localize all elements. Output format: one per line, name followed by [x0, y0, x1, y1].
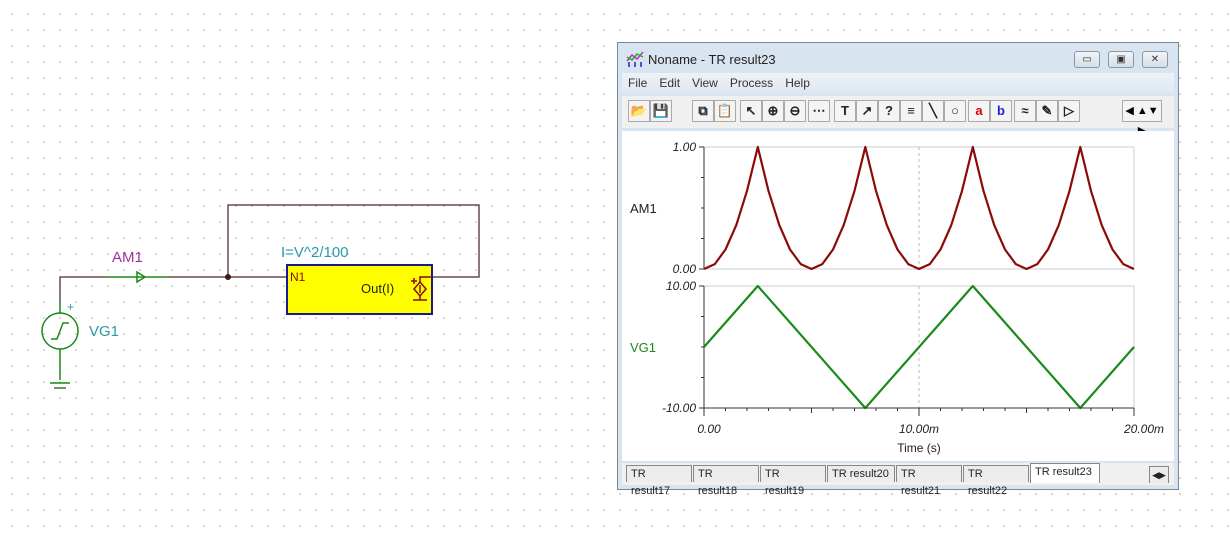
schematic-canvas[interactable]: AM1 + VG1 I=V^2/100 N1 Out(I)	[0, 0, 600, 533]
menu-file[interactable]: File	[628, 76, 647, 90]
ammeter-label: AM1	[112, 249, 143, 266]
chart-svg: 1.00 0.00 AM1 10.00 -10.00 VG1 0.00 10.00m 20.00…	[630, 140, 1164, 455]
tab-tr-result20[interactable]: TR result20	[827, 465, 895, 482]
menu-edit[interactable]: Edit	[659, 76, 680, 90]
cursor-b-button[interactable]: b	[990, 100, 1012, 122]
save-button[interactable]: 💾	[650, 100, 672, 122]
window-title: Noname - TR result23	[648, 52, 776, 67]
save-icon: 💾	[652, 103, 670, 118]
app-icon	[626, 51, 644, 67]
label-curve-button[interactable]: ↗	[856, 100, 878, 122]
block-pin-label: N1	[290, 270, 306, 284]
add-probe-icon: ✎	[1041, 103, 1053, 118]
junction-node	[225, 274, 231, 280]
source-label: VG1	[89, 323, 119, 340]
result-window: Noname - TR result23 ▭ ▣ ✕ File Edit View P…	[617, 42, 1179, 497]
line-icon: ╲	[929, 103, 937, 118]
label-question-icon: ?	[885, 103, 893, 118]
circle-icon: ○	[951, 103, 959, 118]
y-axis-label: AM1	[630, 201, 657, 216]
grid-icon: ⋯	[812, 103, 826, 118]
text-icon: T	[841, 103, 849, 118]
zoom-100-button[interactable]: ⊖	[784, 100, 806, 122]
add-curve-button[interactable]: ≈	[1014, 100, 1036, 122]
paste-button[interactable]: 📋	[714, 100, 736, 122]
label-curve-icon: ↗	[861, 103, 873, 118]
menu-view[interactable]: View	[692, 76, 718, 90]
y-tick-label: 10.00	[666, 279, 696, 293]
zoom-in-icon: ⊕	[767, 103, 779, 118]
cursor-b-icon: b	[997, 103, 1005, 118]
tab-tr-result18[interactable]: TR result18	[693, 465, 759, 497]
open-folder-icon: 📂	[630, 103, 648, 118]
title-bar[interactable]: Noname - TR result23 ▭ ▣ ✕	[618, 43, 1178, 73]
close-button[interactable]: ✕	[1142, 51, 1168, 68]
copy-button[interactable]: ⧉	[692, 100, 714, 122]
paste-icon: 📋	[716, 103, 734, 118]
toolbar: 📂 💾 ⧉ 📋 ↖ ⊕ ⊖ ⋯ T ↗? ≡ ╲ ○ ab ≈ ✎ ▷ ◀ ▲▼ ▶	[622, 96, 1174, 137]
menu-help[interactable]: Help	[785, 76, 810, 90]
tab-tr-result19[interactable]: TR result19	[760, 465, 826, 497]
label-legend-icon: ≡	[907, 103, 915, 118]
plot-area[interactable]: 1.00 0.00 AM1 10.00 -10.00 VG1 0.00 10.00m 20.00…	[622, 131, 1174, 461]
pointer-flag-button[interactable]: ▷	[1058, 100, 1080, 122]
scroll-nav-buttons[interactable]: ◀ ▲▼ ▶	[1122, 100, 1162, 137]
menu-process[interactable]: Process	[730, 76, 773, 90]
x-tick-label: 10.00m	[899, 422, 939, 436]
tab-tr-result21[interactable]: TR result21	[896, 465, 962, 497]
y-axis-label: VG1	[630, 340, 656, 355]
zoom-in-button[interactable]: ⊕	[762, 100, 784, 122]
select-arrow-icon: ↖	[745, 103, 757, 118]
y-tick-label: 0.00	[673, 262, 697, 276]
add-probe-button[interactable]: ✎	[1036, 100, 1058, 122]
x-axis-label: Time (s)	[897, 441, 941, 455]
cursor-a-icon: a	[975, 103, 983, 118]
y-tick-label: -10.00	[662, 401, 696, 415]
label-legend-button[interactable]: ≡	[900, 100, 922, 122]
block-output-label: Out(I)	[361, 281, 394, 296]
minimize-button[interactable]: ▭	[1074, 51, 1100, 68]
menu-bar: File Edit View Process Help	[622, 73, 1174, 93]
zoom-100-icon: ⊖	[789, 103, 801, 118]
controlled-source-block[interactable]	[286, 264, 433, 315]
text-button[interactable]: T	[834, 100, 856, 122]
tab-tr-result17[interactable]: TR result17	[626, 465, 692, 497]
tab-tr-result23[interactable]: TR result23	[1030, 463, 1100, 483]
maximize-button[interactable]: ▣	[1108, 51, 1134, 68]
copy-icon: ⧉	[698, 103, 708, 118]
line-button[interactable]: ╲	[922, 100, 944, 122]
tab-scroll-arrows[interactable]: ◀▶	[1149, 466, 1169, 483]
grid-button[interactable]: ⋯	[808, 100, 830, 122]
x-tick-label: 0.00	[697, 422, 721, 436]
cursor-a-button[interactable]: a	[968, 100, 990, 122]
select-arrow-button[interactable]: ↖	[740, 100, 762, 122]
voltage-source-vg1[interactable]	[41, 302, 79, 389]
y-tick-label: 1.00	[673, 140, 697, 154]
open-folder-button[interactable]: 📂	[628, 100, 650, 122]
tab-tr-result22[interactable]: TR result22	[963, 465, 1029, 497]
source-polarity: +	[67, 300, 74, 314]
label-question-button[interactable]: ?	[878, 100, 900, 122]
tab-strip: ◀▶ TR result17 TR result18 TR result19 TR r…	[622, 463, 1174, 497]
ammeter-am1[interactable]	[107, 270, 167, 284]
circle-button[interactable]: ○	[944, 100, 966, 122]
x-tick-label: 20.00m	[1123, 422, 1164, 436]
add-curve-icon: ≈	[1021, 103, 1029, 118]
block-formula: I=V^2/100	[281, 244, 349, 261]
pointer-flag-icon: ▷	[1064, 103, 1074, 118]
